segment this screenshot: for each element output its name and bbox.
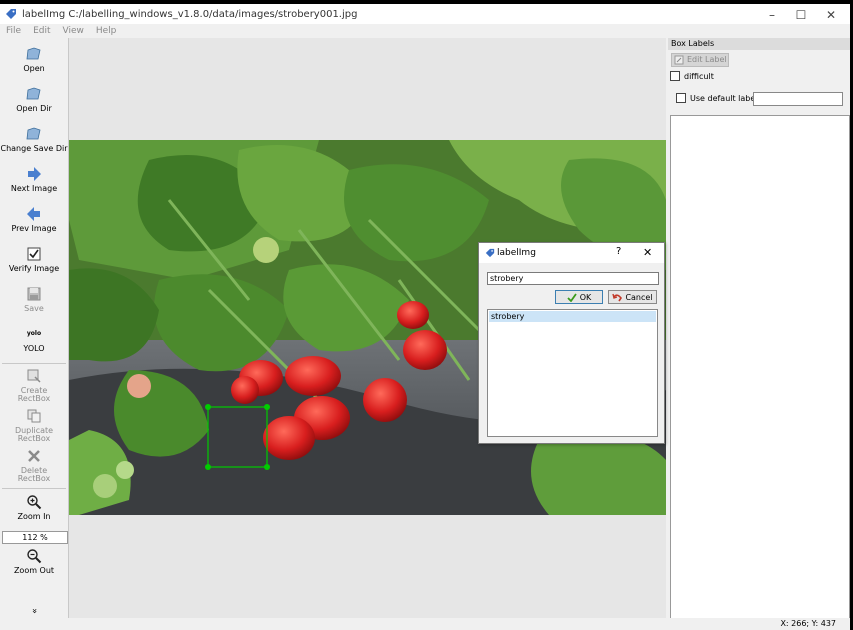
zoom-out-button[interactable]: Zoom Out <box>0 548 68 575</box>
folder-open-icon <box>26 87 41 100</box>
labelimg-window: labelImg C:/labelling_windows_v1.8.0/dat… <box>0 4 850 630</box>
check-icon <box>567 292 577 302</box>
checkbox-icon <box>670 71 680 81</box>
checkbox-icon <box>676 93 686 103</box>
label-history-list[interactable]: strobery <box>487 309 658 437</box>
yolo-format-button[interactable]: yolo YOLO <box>0 326 68 353</box>
toolbar-divider <box>2 488 66 489</box>
undo-arrow-icon <box>612 293 623 301</box>
menu-help[interactable]: Help <box>90 26 123 36</box>
change-save-dir-button[interactable]: Change Save Dir <box>0 126 68 153</box>
cancel-button[interactable]: Cancel <box>608 290 657 304</box>
dialog-title-bar: labelImg ? ✕ <box>479 243 664 263</box>
edit-label-button[interactable]: Edit Label <box>671 53 729 67</box>
zoom-in-icon <box>27 495 42 510</box>
bbox-handle[interactable] <box>264 404 270 410</box>
delete-x-icon <box>28 450 40 462</box>
menu-bar: File Edit View Help <box>0 24 850 38</box>
menu-edit[interactable]: Edit <box>27 26 56 36</box>
zoom-out-icon <box>27 549 42 564</box>
default-label-input[interactable] <box>753 92 843 106</box>
difficult-checkbox[interactable]: difficult <box>670 71 714 81</box>
title-bar: labelImg C:/labelling_windows_v1.8.0/dat… <box>0 4 850 24</box>
maximize-button[interactable]: ☐ <box>791 8 811 22</box>
use-default-label-checkbox[interactable]: Use default label <box>676 93 758 103</box>
list-item[interactable]: strobery <box>489 311 656 322</box>
prev-image-button[interactable]: Prev Image <box>0 206 68 233</box>
close-button[interactable]: ✕ <box>821 8 841 22</box>
create-rectbox-button[interactable]: Create RectBox <box>0 368 68 403</box>
menu-file[interactable]: File <box>0 26 27 36</box>
bbox-handle[interactable] <box>205 404 211 410</box>
folder-open-icon <box>26 47 41 60</box>
folder-open-icon <box>26 127 41 140</box>
arrow-left-icon <box>27 207 40 221</box>
floppy-disk-icon <box>27 287 41 301</box>
copy-icon <box>27 409 41 423</box>
zoom-in-button[interactable]: Zoom In <box>0 494 68 521</box>
box-labels-panel: Box Labels Edit Label difficult Use defa… <box>668 38 850 620</box>
minimize-button[interactable]: – <box>762 8 782 22</box>
checkbox-check-icon <box>27 247 41 261</box>
verify-image-button[interactable]: Verify Image <box>0 246 68 273</box>
menu-view[interactable]: View <box>57 26 90 36</box>
double-chevron-down-icon: » <box>28 608 39 614</box>
edit-pencil-icon <box>674 55 684 65</box>
open-dir-button[interactable]: Open Dir <box>0 86 68 113</box>
dialog-title: labelImg <box>497 248 536 258</box>
label-input[interactable]: strobery <box>487 272 659 285</box>
bbox-handle[interactable] <box>264 464 270 470</box>
bbox-handle[interactable] <box>205 464 211 470</box>
app-tag-icon <box>485 248 495 258</box>
toolbar-overflow-button[interactable]: » <box>0 606 68 616</box>
label-dialog: labelImg ? ✕ strobery OK Cancel strobery <box>478 242 665 444</box>
ok-button[interactable]: OK <box>555 290 603 304</box>
label-list[interactable] <box>670 115 850 620</box>
yolo-icon: yolo <box>26 330 42 337</box>
create-box-icon <box>27 369 41 383</box>
delete-rectbox-button[interactable]: Delete RectBox <box>0 448 68 483</box>
box-labels-title: Box Labels <box>668 38 850 50</box>
cursor-coordinates: X: 266; Y: 437 <box>780 619 836 628</box>
zoom-level-field[interactable]: 112 % <box>2 531 68 544</box>
dialog-close-button[interactable]: ✕ <box>643 246 652 259</box>
arrow-right-icon <box>28 167 41 181</box>
status-bar: X: 266; Y: 437 <box>0 618 850 630</box>
toolbar-divider <box>2 363 66 364</box>
next-image-button[interactable]: Next Image <box>0 166 68 193</box>
app-tag-icon <box>6 9 16 19</box>
open-button[interactable]: Open <box>0 46 68 73</box>
tool-bar: Open Open Dir Change Save Dir Next Image… <box>0 38 69 618</box>
window-title: labelImg C:/labelling_windows_v1.8.0/dat… <box>22 8 358 20</box>
help-button[interactable]: ? <box>616 246 621 257</box>
save-button[interactable]: Save <box>0 286 68 313</box>
duplicate-rectbox-button[interactable]: Duplicate RectBox <box>0 408 68 443</box>
